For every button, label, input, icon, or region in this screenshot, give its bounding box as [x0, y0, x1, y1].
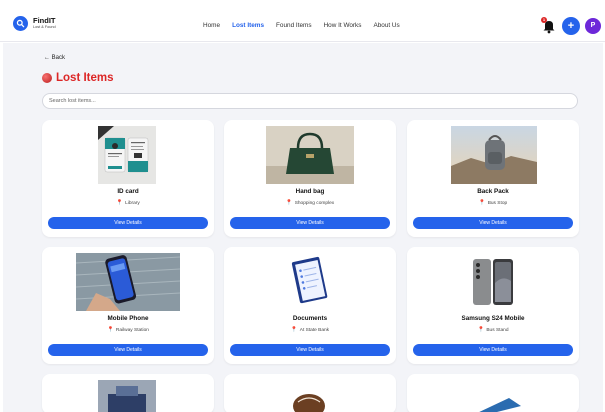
item-location: 📍 At State Bank — [224, 327, 396, 333]
mobile-phone-image — [76, 253, 180, 311]
item-image — [463, 380, 525, 412]
item-card: Hand bag 📍 Shopping complex View Details — [224, 120, 396, 237]
item-card — [224, 374, 396, 412]
item-location: 📍 Bus Stand — [407, 327, 579, 333]
location-pin-icon: 📍 — [477, 327, 485, 333]
view-details-button[interactable]: View Details — [230, 344, 390, 356]
item-location-text: Railway Station — [115, 328, 149, 333]
location-pin-icon: 📍 — [290, 327, 298, 333]
top-navbar: FindIT Lost & Found Home Lost Items Foun… — [0, 10, 605, 42]
item-card: Back Pack 📍 Bus Stop View Details — [407, 120, 579, 237]
item-name: ID card — [117, 188, 139, 195]
app-title: FindIT — [33, 16, 56, 26]
nav-home[interactable]: Home — [203, 22, 220, 29]
nav-how-it-works[interactable]: How It Works — [324, 22, 362, 29]
location-pin-icon: 📍 — [116, 200, 124, 206]
item-name: Hand bag — [295, 188, 325, 195]
item-card — [42, 374, 214, 412]
item-card: Documents 📍 At State Bank View Details — [224, 247, 396, 364]
page-heading: Lost Items — [42, 72, 114, 84]
item-location: 📍 Bus Stop — [407, 200, 579, 206]
red-circle-icon — [42, 73, 52, 83]
item-name: Documents — [292, 315, 328, 322]
location-pin-icon: 📍 — [107, 327, 114, 333]
item-card: Samsung S24 Mobile 📍 Bus Stand View Detai… — [407, 247, 579, 364]
back-pack-image — [451, 126, 537, 184]
item-location-text: Bus Stop — [487, 201, 508, 206]
item-location-text: Bus Stand — [486, 328, 509, 333]
item-location-text: Library — [125, 201, 140, 206]
view-details-button[interactable]: View Details — [48, 217, 208, 229]
location-pin-icon: 📍 — [478, 200, 486, 206]
item-location-text: Shopping complex — [294, 201, 335, 206]
view-details-button[interactable]: View Details — [230, 217, 390, 229]
nav-lost-items[interactable]: Lost Items — [232, 22, 264, 29]
back-link[interactable]: ← Back — [44, 55, 65, 61]
item-name: Back Pack — [477, 188, 509, 195]
view-details-button[interactable]: View Details — [413, 217, 573, 229]
item-name: Mobile Phone — [107, 315, 149, 322]
view-details-button[interactable]: View Details — [413, 344, 573, 356]
hand-bag-image — [266, 126, 354, 184]
app-subtitle: Lost & Found — [33, 24, 56, 29]
item-location: 📍 Library — [42, 200, 214, 206]
location-pin-icon: 📍 — [285, 200, 293, 206]
app-logo[interactable]: FindIT Lost & Found — [13, 16, 56, 31]
item-card: Mobile Phone 📍 Railway Station View Detai… — [42, 247, 214, 364]
item-name: Samsung S24 Mobile — [461, 315, 525, 322]
search-input[interactable] — [42, 93, 578, 109]
notification-badge: 1 — [541, 17, 547, 23]
nav-about-us[interactable]: About Us — [373, 22, 399, 29]
item-image — [98, 380, 156, 412]
view-details-button[interactable]: View Details — [48, 344, 208, 356]
item-location-text: At State Bank — [299, 328, 330, 333]
item-image — [284, 380, 334, 412]
item-card — [407, 374, 579, 412]
item-card: ID card 📍 Library View Details — [42, 120, 214, 237]
id-card-image — [98, 126, 156, 184]
page-title: Lost Items — [56, 72, 114, 84]
samsung-mobile-image — [463, 253, 523, 311]
item-location: 📍 Railway Station — [42, 327, 214, 333]
notification-bell-icon[interactable]: 1 — [541, 17, 556, 34]
main-nav: Home Lost Items Found Items How It Works… — [203, 22, 412, 29]
documents-image — [286, 253, 334, 311]
user-avatar[interactable]: P — [585, 18, 601, 34]
search-icon — [13, 16, 28, 31]
item-location: 📍 Shopping complex — [224, 200, 396, 206]
add-item-button[interactable]: + — [562, 17, 580, 35]
nav-found-items[interactable]: Found Items — [276, 22, 312, 29]
